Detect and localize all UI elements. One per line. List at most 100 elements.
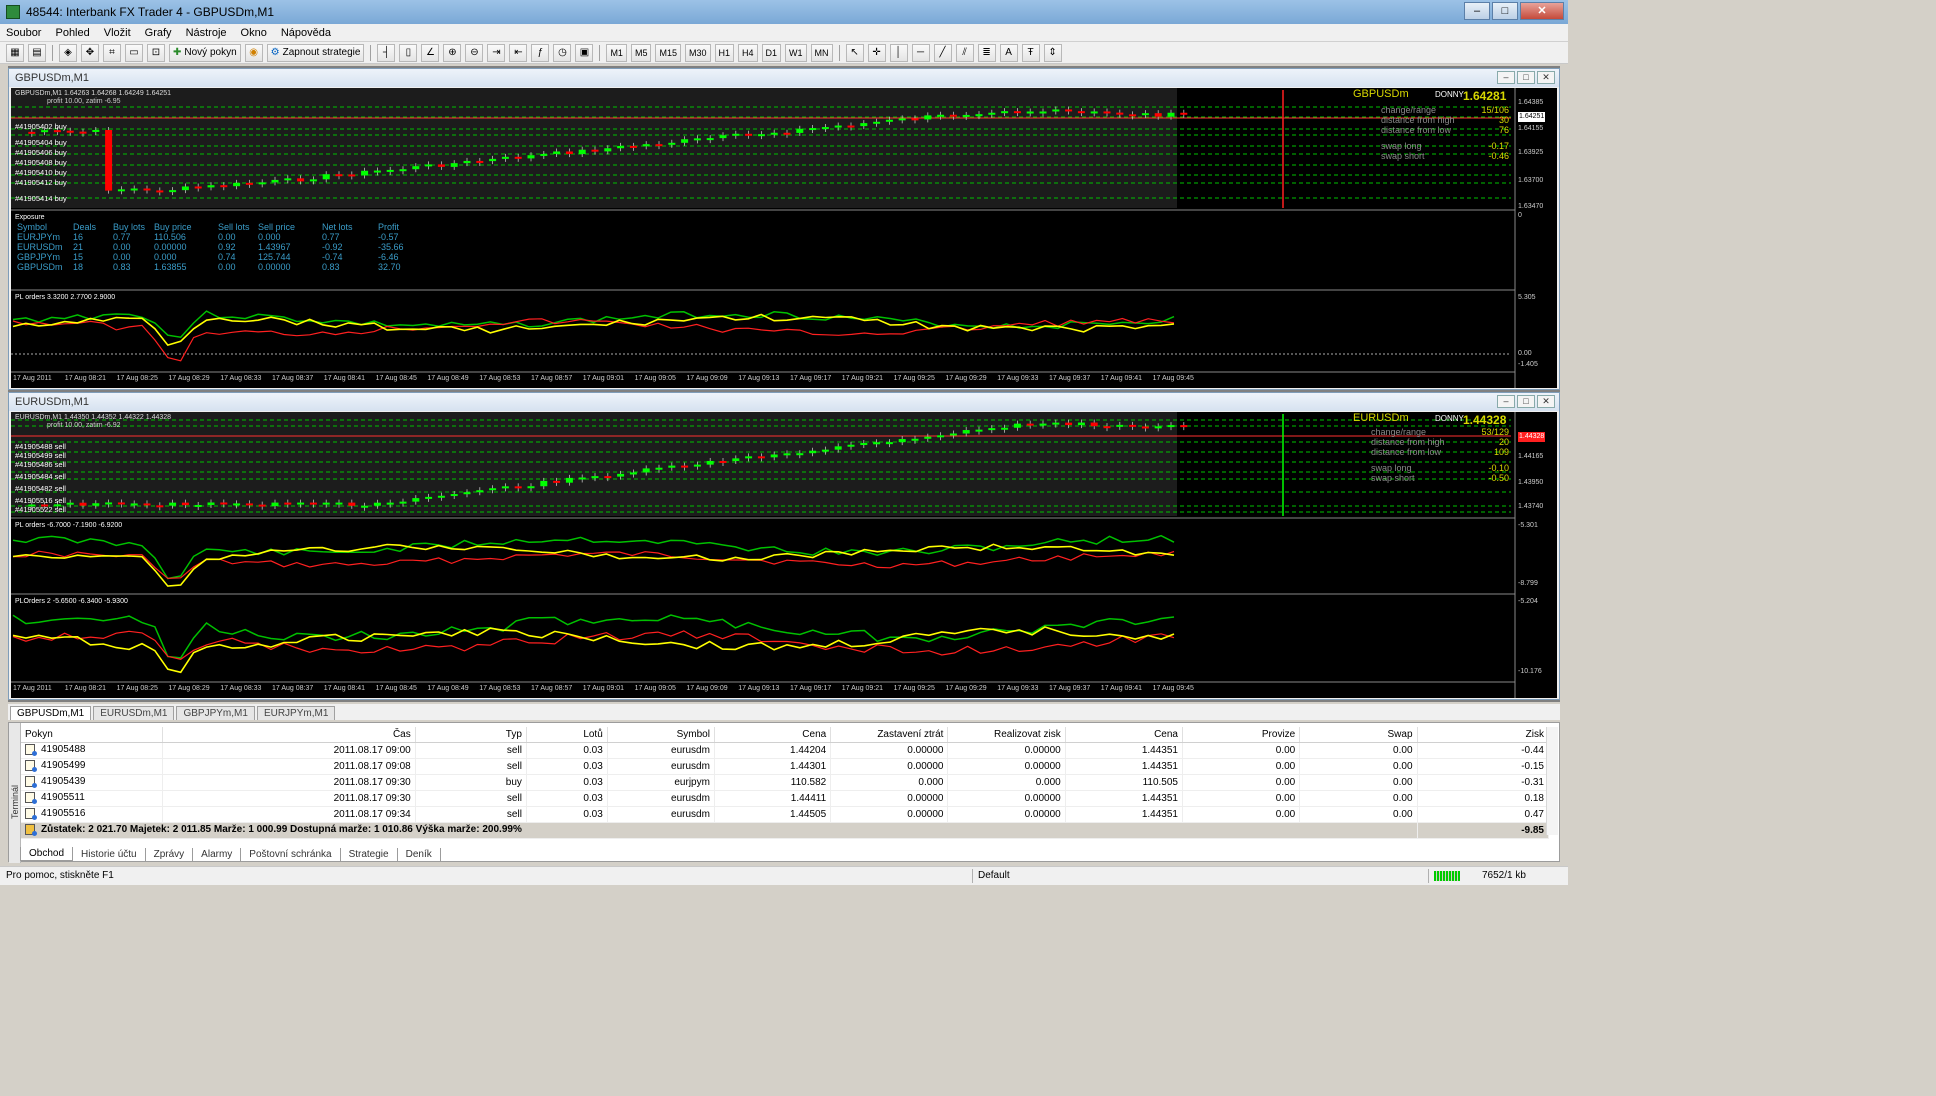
tf-h4[interactable]: H4 xyxy=(738,43,758,62)
minimize-button[interactable]: – xyxy=(1464,2,1490,20)
exposure-row: EURJPYm 16 0.77 110.506 0.00 0.000 0.77 -0.57 xyxy=(17,232,399,242)
tab-strategie[interactable]: Strategie xyxy=(341,847,398,861)
bar-chart-icon[interactable]: ┤ xyxy=(377,43,396,62)
tab-postovni-schranka[interactable]: Poštovní schránka xyxy=(241,847,341,861)
col-take-profit[interactable]: Realizovat zisk xyxy=(947,727,1066,743)
chart-tab-gbpjpy[interactable]: GBPJPYm,M1 xyxy=(176,706,255,720)
chart-minimize-button[interactable]: – xyxy=(1497,395,1515,408)
tf-d1[interactable]: D1 xyxy=(761,43,782,62)
candle-chart-icon[interactable]: ▯ xyxy=(399,43,418,62)
candle xyxy=(617,473,625,477)
chart-maximize-button[interactable]: □ xyxy=(1517,395,1535,408)
new-chart-icon[interactable]: ▦ xyxy=(6,43,24,62)
status-profile[interactable]: Default xyxy=(978,870,1010,881)
close-button[interactable]: ✕ xyxy=(1520,2,1564,20)
col-cena-current[interactable]: Cena xyxy=(1065,727,1183,743)
exposure-scale: 0 xyxy=(1518,212,1522,219)
terminal-icon[interactable]: ▭ xyxy=(125,43,143,62)
tf-m5[interactable]: M5 xyxy=(630,43,652,62)
horizontal-line-icon[interactable]: ─ xyxy=(911,43,930,62)
col-stop-loss[interactable]: Zastavení ztrát xyxy=(830,727,949,743)
terminal-scrollbar[interactable] xyxy=(1546,727,1558,835)
tf-m30[interactable]: M30 xyxy=(684,43,711,62)
tf-w1[interactable]: W1 xyxy=(785,43,807,62)
col-cas[interactable]: Čas xyxy=(162,727,416,743)
candle xyxy=(425,496,433,499)
chart-window-eurusd[interactable]: EURUSDm,M1 – □ ✕ EURUSDm,M1 1.44350 1.44… xyxy=(8,392,1560,700)
menu-grafy[interactable]: Grafy xyxy=(145,27,172,39)
indicators-icon[interactable]: ƒ xyxy=(531,43,550,62)
chart-maximize-button[interactable]: □ xyxy=(1517,71,1535,84)
chart-tab-eurusd[interactable]: EURUSDm,M1 xyxy=(93,706,175,720)
time-axis-label: 17 Aug 08:29 xyxy=(168,375,210,382)
status-help: Pro pomoc, stiskněte F1 xyxy=(6,870,114,881)
tester-icon[interactable]: ⊡ xyxy=(147,43,165,62)
chart-canvas-gbpusd[interactable]: GBPUSDm,M1 1.64263 1.64268 1.64249 1.642… xyxy=(11,88,1557,388)
new-order-button[interactable]: ✚ Nový pokyn xyxy=(169,43,241,62)
text-tool-icon[interactable]: A xyxy=(999,43,1018,62)
candle xyxy=(489,158,497,162)
menu-pohled[interactable]: Pohled xyxy=(55,27,89,39)
chart-close-button[interactable]: ✕ xyxy=(1537,395,1555,408)
tab-zpravy[interactable]: Zprávy xyxy=(146,847,194,861)
tab-obchod[interactable]: Obchod xyxy=(20,847,74,861)
order-row[interactable]: 41905516 2011.08.17 09:34 sell 0.03 eurusdm… xyxy=(21,806,1550,823)
zoom-out-icon[interactable]: ⊖ xyxy=(465,43,484,62)
line-chart-icon[interactable]: ∠ xyxy=(421,43,440,62)
tf-m15[interactable]: M15 xyxy=(655,43,681,62)
col-pokyn[interactable]: Pokyn xyxy=(21,727,164,743)
menu-vlozit[interactable]: Vložit xyxy=(104,27,131,39)
col-typ[interactable]: Typ xyxy=(415,727,527,743)
tf-h1[interactable]: H1 xyxy=(714,43,735,62)
templates-icon[interactable]: ▣ xyxy=(575,43,594,62)
tab-alarmy[interactable]: Alarmy xyxy=(193,847,242,861)
order-row[interactable]: 41905488 2011.08.17 09:00 sell 0.03 eurusdm… xyxy=(21,742,1550,759)
chart-tab-gbpusd[interactable]: GBPUSDm,M1 xyxy=(10,706,92,720)
profiles-icon[interactable]: ▤ xyxy=(28,43,46,62)
order-row[interactable]: 41905439 2011.08.17 09:30 buy 0.03 eurjpym 1… xyxy=(21,774,1550,791)
trendline-icon[interactable]: ╱ xyxy=(933,43,952,62)
crosshair-icon[interactable]: ✛ xyxy=(867,43,886,62)
navigator-icon[interactable]: ✥ xyxy=(81,43,99,62)
order-row[interactable]: 41905499 2011.08.17 09:08 sell 0.03 eurusdm… xyxy=(21,758,1550,775)
tf-mn[interactable]: MN xyxy=(810,43,833,62)
menu-okno[interactable]: Okno xyxy=(241,27,267,39)
market-watch-icon[interactable]: ◈ xyxy=(59,43,77,62)
col-lotu[interactable]: Lotů xyxy=(526,727,608,743)
menu-soubor[interactable]: Soubor xyxy=(6,27,41,39)
fibonacci-icon[interactable]: ≣ xyxy=(977,43,996,62)
chart-window-gbpusd[interactable]: GBPUSDm,M1 – □ ✕ GBPUSDm,M1 1.64263 1.64… xyxy=(8,68,1560,390)
col-swap[interactable]: Swap xyxy=(1299,727,1418,743)
chart-canvas-eurusd[interactable]: EURUSDm,M1 1.44350 1.44352 1.44322 1.443… xyxy=(11,412,1557,698)
time-axis-label: 17 Aug 08:37 xyxy=(272,685,314,692)
periods-icon[interactable]: ◷ xyxy=(553,43,572,62)
tf-m1[interactable]: M1 xyxy=(606,43,627,62)
data-window-icon[interactable]: ⌗ xyxy=(103,43,121,62)
text-label-icon[interactable]: Ŧ xyxy=(1021,43,1040,62)
zoom-in-icon[interactable]: ⊕ xyxy=(443,43,462,62)
metaeditor-icon[interactable]: ◉ xyxy=(244,43,263,62)
tab-denik[interactable]: Deník xyxy=(398,847,441,861)
col-provize[interactable]: Provize xyxy=(1182,727,1301,743)
vertical-line-icon[interactable]: │ xyxy=(889,43,908,62)
cursor-icon[interactable]: ↖ xyxy=(845,43,864,62)
chart-tab-eurjpy[interactable]: EURJPYm,M1 xyxy=(256,706,336,720)
chart-shift-icon[interactable]: ⇤ xyxy=(509,43,528,62)
candle xyxy=(540,480,548,487)
strategy-toggle-button[interactable]: ⚙ Zapnout strategie xyxy=(266,43,365,62)
maximize-button[interactable]: □ xyxy=(1492,2,1518,20)
menu-napoveda[interactable]: Nápověda xyxy=(281,27,331,39)
chart-minimize-button[interactable]: – xyxy=(1497,71,1515,84)
chart-close-button[interactable]: ✕ xyxy=(1537,71,1555,84)
arrows-icon[interactable]: ⇕ xyxy=(1043,43,1062,62)
menu-nastroje[interactable]: Nástroje xyxy=(186,27,227,39)
col-cena[interactable]: Cena xyxy=(714,727,832,743)
tab-historie[interactable]: Historie účtu xyxy=(73,847,146,861)
order-row[interactable]: 41905511 2011.08.17 09:30 sell 0.03 eurusdm… xyxy=(21,790,1550,807)
time-axis-label: 17 Aug 08:57 xyxy=(531,375,573,382)
col-zisk[interactable]: Zisk xyxy=(1417,727,1550,743)
channel-icon[interactable]: ⫽ xyxy=(955,43,974,62)
candle xyxy=(962,430,970,434)
autoscroll-icon[interactable]: ⇥ xyxy=(487,43,506,62)
col-symbol[interactable]: Symbol xyxy=(607,727,715,743)
